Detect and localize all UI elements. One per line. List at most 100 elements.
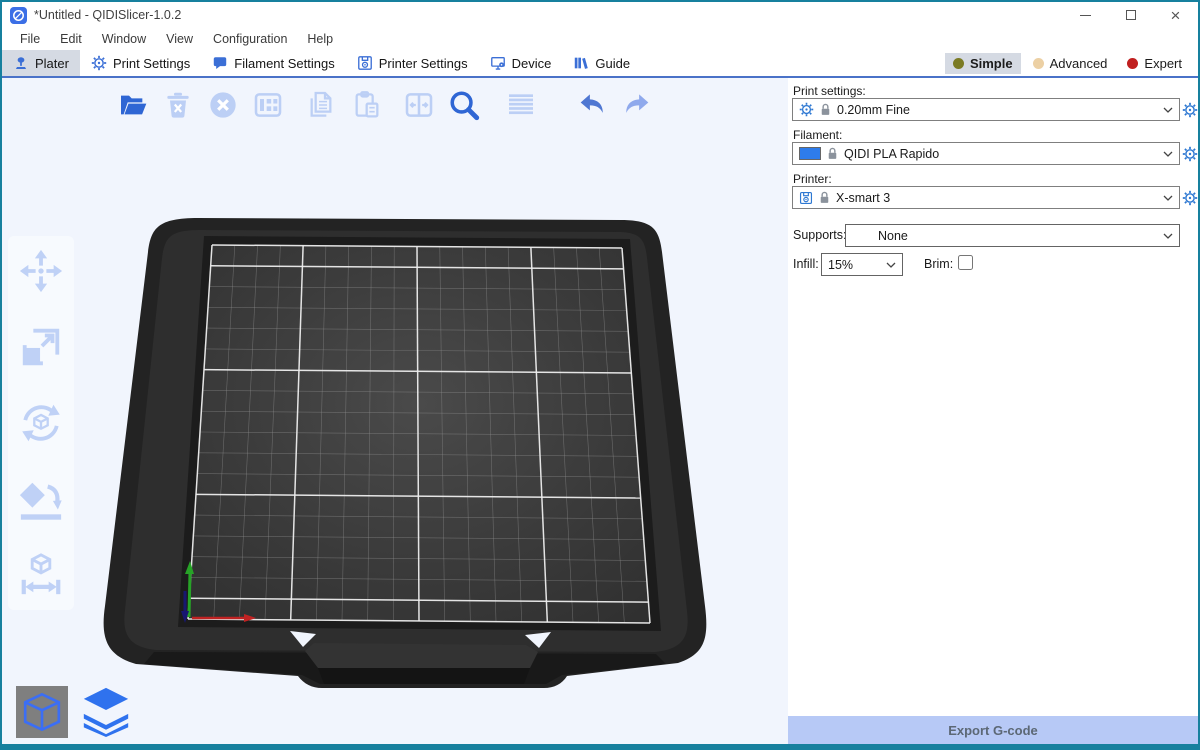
print-settings-combo[interactable]: 0.20mm Fine [792, 98, 1180, 121]
printer-icon [799, 191, 813, 205]
infill-label: Infill: [793, 257, 819, 271]
guide-books-icon [573, 55, 589, 71]
menu-edit[interactable]: Edit [50, 32, 92, 46]
measure-tool-button[interactable] [16, 550, 66, 600]
gizmo-toolbar [8, 236, 74, 610]
window-controls: × [1063, 2, 1198, 28]
chevron-down-icon [1163, 233, 1173, 239]
tab-label: Guide [595, 56, 630, 71]
close-button[interactable]: × [1153, 2, 1198, 28]
paste-button[interactable] [347, 86, 385, 124]
app-window: *Untitled - QIDISlicer-1.0.2 × File Edit… [0, 0, 1200, 750]
measure-icon [18, 552, 64, 598]
filament-icon [212, 55, 228, 71]
redo-icon [620, 88, 654, 122]
gear-icon [1182, 190, 1198, 206]
export-gcode-button[interactable]: Export G-code [788, 716, 1198, 744]
supports-value: None [878, 229, 908, 243]
split-objects-button[interactable] [400, 86, 438, 124]
delete-button[interactable] [159, 86, 197, 124]
gear-icon [1182, 146, 1198, 162]
menu-configuration[interactable]: Configuration [203, 32, 297, 46]
menu-view[interactable]: View [156, 32, 203, 46]
menu-bar: File Edit Window View Configuration Help [2, 28, 1198, 50]
tab-label: Printer Settings [379, 56, 468, 71]
printer-label: Printer: [793, 172, 832, 186]
window-title: *Untitled - QIDISlicer-1.0.2 [34, 8, 181, 22]
tab-print-settings[interactable]: Print Settings [80, 50, 201, 76]
printer-combo[interactable]: X-smart 3 [792, 186, 1180, 209]
printer-value: X-smart 3 [836, 191, 890, 205]
supports-label: Supports: [793, 228, 847, 242]
supports-combo[interactable]: None [845, 224, 1180, 247]
infill-combo[interactable]: 15% [821, 253, 903, 276]
filament-label: Filament: [793, 128, 842, 142]
lock-icon [827, 147, 838, 160]
tab-group: Plater Print Settings Filament Settings [2, 50, 641, 76]
maximize-button[interactable] [1108, 2, 1153, 28]
paste-icon [350, 89, 382, 121]
printer-icon [357, 55, 373, 71]
search-button[interactable] [445, 86, 483, 124]
3d-editor-view-button[interactable] [16, 686, 68, 738]
scale-icon [18, 324, 64, 370]
tab-guide[interactable]: Guide [562, 50, 641, 76]
menu-help[interactable]: Help [297, 32, 343, 46]
title-bar: *Untitled - QIDISlicer-1.0.2 × [2, 2, 1198, 28]
filament-color-swatch [799, 147, 821, 160]
mode-expert[interactable]: Expert [1119, 53, 1190, 74]
tab-label: Plater [35, 56, 69, 71]
circle-x-icon [207, 89, 239, 121]
simple-dot-icon [953, 58, 964, 69]
print-bed [2, 78, 788, 744]
close-icon: × [1171, 7, 1181, 24]
maximize-icon [1126, 10, 1136, 20]
tab-bar: Plater Print Settings Filament Settings [2, 50, 1198, 78]
lock-icon [819, 191, 830, 204]
open-file-button[interactable] [114, 86, 152, 124]
chevron-down-icon [1163, 195, 1173, 201]
scale-tool-button[interactable] [16, 322, 66, 372]
chevron-down-icon [1163, 151, 1173, 157]
chevron-down-icon [886, 262, 896, 268]
3d-viewport[interactable] [2, 78, 788, 744]
filament-edit-button[interactable] [1181, 142, 1198, 165]
brim-checkbox[interactable] [958, 255, 973, 270]
redo-button[interactable] [618, 86, 656, 124]
layers-preview-button[interactable] [78, 682, 134, 738]
delete-all-button[interactable] [204, 86, 242, 124]
rotate-tool-button[interactable] [16, 398, 66, 448]
filament-combo[interactable]: QIDI PLA Rapido [792, 142, 1180, 165]
undo-button[interactable] [573, 86, 611, 124]
undo-icon [575, 88, 609, 122]
tab-printer-settings[interactable]: Printer Settings [346, 50, 479, 76]
layers-list-button[interactable] [502, 86, 540, 124]
plater-toolbar [114, 86, 656, 124]
arrange-icon [252, 89, 284, 121]
tab-device[interactable]: Device [479, 50, 563, 76]
copy-button[interactable] [302, 86, 340, 124]
arrange-button[interactable] [249, 86, 287, 124]
menu-file[interactable]: File [10, 32, 50, 46]
tab-plater[interactable]: Plater [2, 50, 80, 76]
mode-selector: Simple Advanced Expert [945, 50, 1198, 76]
infill-value: 15% [828, 258, 853, 272]
mode-advanced[interactable]: Advanced [1025, 53, 1116, 74]
search-icon [447, 88, 481, 122]
tab-filament-settings[interactable]: Filament Settings [201, 50, 345, 76]
menu-window[interactable]: Window [92, 32, 156, 46]
tab-label: Print Settings [113, 56, 190, 71]
mode-label: Expert [1144, 56, 1182, 71]
mode-simple[interactable]: Simple [945, 53, 1021, 74]
print-settings-label: Print settings: [793, 84, 866, 98]
minimize-icon [1080, 15, 1091, 16]
copy-icon [305, 89, 337, 121]
printer-edit-button[interactable] [1181, 186, 1198, 209]
cube-3d-icon [19, 689, 65, 735]
print-settings-edit-button[interactable] [1181, 98, 1198, 121]
layers-stack-icon [79, 683, 133, 737]
minimize-button[interactable] [1063, 2, 1108, 28]
trash-icon [162, 89, 194, 121]
move-tool-button[interactable] [16, 246, 66, 296]
place-on-face-tool-button[interactable] [16, 474, 66, 524]
